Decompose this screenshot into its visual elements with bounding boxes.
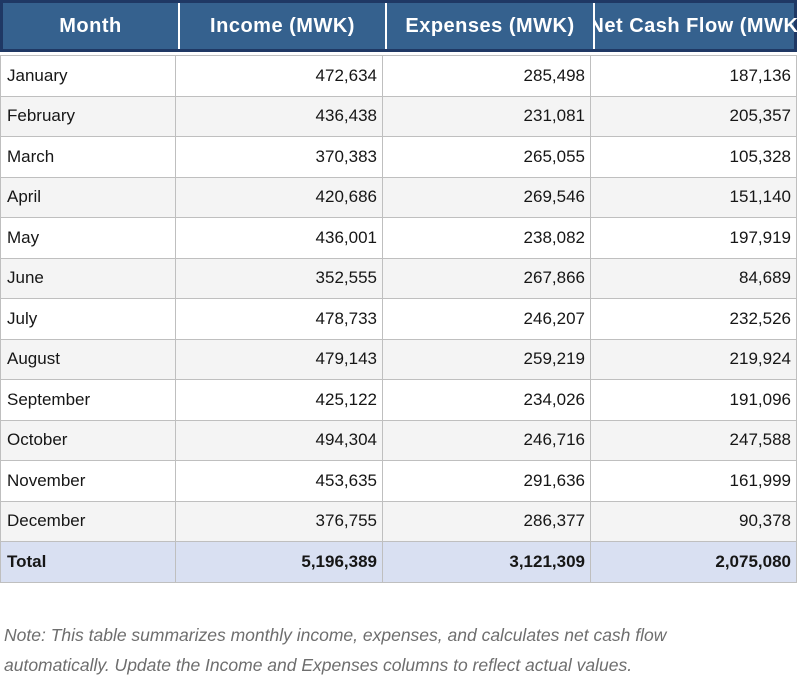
table-row: April 420,686 269,546 151,140 <box>1 178 796 219</box>
note-text: Note: This table summarizes monthly inco… <box>4 620 744 680</box>
income-cell[interactable]: 352,555 <box>175 259 382 299</box>
income-cell[interactable]: 376,755 <box>175 502 382 542</box>
net-cell[interactable]: 247,588 <box>590 421 796 461</box>
income-cell[interactable]: 436,001 <box>175 218 382 258</box>
income-cell[interactable]: 453,635 <box>175 461 382 501</box>
net-cell[interactable]: 197,919 <box>590 218 796 258</box>
month-cell[interactable]: October <box>1 421 175 461</box>
net-cell[interactable]: 219,924 <box>590 340 796 380</box>
month-cell[interactable]: March <box>1 137 175 177</box>
net-cell[interactable]: 187,136 <box>590 56 796 96</box>
month-cell[interactable]: May <box>1 218 175 258</box>
expenses-cell[interactable]: 269,546 <box>382 178 590 218</box>
expenses-cell[interactable]: 234,026 <box>382 380 590 420</box>
expenses-cell[interactable]: 267,866 <box>382 259 590 299</box>
table-row: June 352,555 267,866 84,689 <box>1 259 796 300</box>
table-row: August 479,143 259,219 219,924 <box>1 340 796 381</box>
table-row: May 436,001 238,082 197,919 <box>1 218 796 259</box>
total-row: Total 5,196,389 3,121,309 2,075,080 <box>1 542 796 583</box>
expenses-cell[interactable]: 291,636 <box>382 461 590 501</box>
month-cell[interactable]: January <box>1 56 175 96</box>
net-cell[interactable]: 84,689 <box>590 259 796 299</box>
table-row: October 494,304 246,716 247,588 <box>1 421 796 462</box>
cash-flow-table: Month Income (MWK) Expenses (MWK) Net Ca… <box>0 0 797 583</box>
month-cell[interactable]: December <box>1 502 175 542</box>
expenses-cell[interactable]: 238,082 <box>382 218 590 258</box>
income-cell[interactable]: 425,122 <box>175 380 382 420</box>
expenses-cell[interactable]: 231,081 <box>382 97 590 137</box>
net-cell[interactable]: 161,999 <box>590 461 796 501</box>
header-month[interactable]: Month <box>3 3 178 49</box>
expenses-cell[interactable]: 265,055 <box>382 137 590 177</box>
net-cell[interactable]: 205,357 <box>590 97 796 137</box>
net-cell[interactable]: 191,096 <box>590 380 796 420</box>
net-cell[interactable]: 151,140 <box>590 178 796 218</box>
month-cell[interactable]: November <box>1 461 175 501</box>
table-row: February 436,438 231,081 205,357 <box>1 97 796 138</box>
table-header-row: Month Income (MWK) Expenses (MWK) Net Ca… <box>0 0 797 52</box>
income-cell[interactable]: 472,634 <box>175 56 382 96</box>
header-month-label: Month <box>59 15 121 38</box>
header-net-cash-flow[interactable]: Net Cash Flow (MWK) <box>593 3 800 49</box>
month-cell[interactable]: September <box>1 380 175 420</box>
month-cell[interactable]: April <box>1 178 175 218</box>
month-cell[interactable]: June <box>1 259 175 299</box>
net-cell[interactable]: 105,328 <box>590 137 796 177</box>
table-row: July 478,733 246,207 232,526 <box>1 299 796 340</box>
table-row: December 376,755 286,377 90,378 <box>1 502 796 543</box>
table-row: March 370,383 265,055 105,328 <box>1 137 796 178</box>
month-cell[interactable]: August <box>1 340 175 380</box>
header-income-label: Income (MWK) <box>210 15 355 38</box>
income-cell[interactable]: 479,143 <box>175 340 382 380</box>
table-body: January 472,634 285,498 187,136 February… <box>0 55 797 583</box>
header-income[interactable]: Income (MWK) <box>178 3 385 49</box>
header-net-cash-flow-label: Net Cash Flow (MWK) <box>593 15 800 38</box>
header-expenses-label: Expenses (MWK) <box>405 15 574 38</box>
income-cell[interactable]: 436,438 <box>175 97 382 137</box>
total-expenses-cell[interactable]: 3,121,309 <box>382 542 590 582</box>
expenses-cell[interactable]: 285,498 <box>382 56 590 96</box>
total-label-cell[interactable]: Total <box>1 542 175 582</box>
month-cell[interactable]: February <box>1 97 175 137</box>
month-cell[interactable]: July <box>1 299 175 339</box>
total-income-cell[interactable]: 5,196,389 <box>175 542 382 582</box>
total-net-cell[interactable]: 2,075,080 <box>590 542 796 582</box>
expenses-cell[interactable]: 286,377 <box>382 502 590 542</box>
income-cell[interactable]: 370,383 <box>175 137 382 177</box>
table-row: January 472,634 285,498 187,136 <box>1 56 796 97</box>
expenses-cell[interactable]: 246,207 <box>382 299 590 339</box>
table-row: September 425,122 234,026 191,096 <box>1 380 796 421</box>
header-expenses[interactable]: Expenses (MWK) <box>385 3 593 49</box>
net-cell[interactable]: 90,378 <box>590 502 796 542</box>
income-cell[interactable]: 494,304 <box>175 421 382 461</box>
income-cell[interactable]: 478,733 <box>175 299 382 339</box>
expenses-cell[interactable]: 259,219 <box>382 340 590 380</box>
table-row: November 453,635 291,636 161,999 <box>1 461 796 502</box>
expenses-cell[interactable]: 246,716 <box>382 421 590 461</box>
net-cell[interactable]: 232,526 <box>590 299 796 339</box>
income-cell[interactable]: 420,686 <box>175 178 382 218</box>
